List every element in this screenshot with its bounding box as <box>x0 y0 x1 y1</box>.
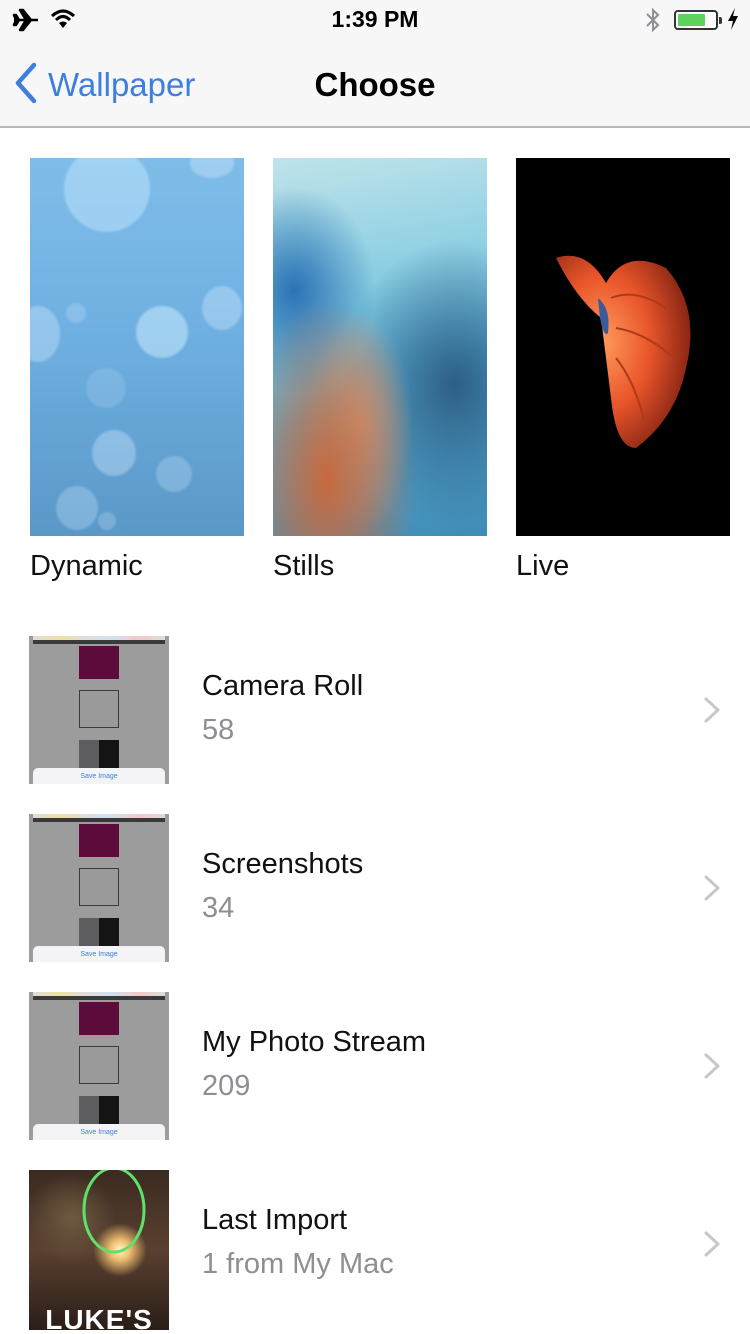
chevron-left-icon <box>14 62 38 109</box>
chevron-right-icon <box>703 874 721 907</box>
wallpaper-category-live[interactable]: Live <box>516 158 730 583</box>
status-bar: 1:39 PM <box>0 0 750 40</box>
album-name: Camera Roll <box>202 670 364 702</box>
wallpaper-category-label: Stills <box>273 550 335 582</box>
bluetooth-icon <box>644 6 662 39</box>
album-row-camera-roll[interactable]: Save Image Camera Roll 58 <box>0 630 750 790</box>
navigation-bar: Wallpaper Choose <box>0 40 750 128</box>
chevron-right-icon <box>703 1052 721 1085</box>
back-button-label: Wallpaper <box>48 66 196 103</box>
album-row-my-photo-stream[interactable]: Save Image My Photo Stream 209 <box>0 986 750 1146</box>
charging-bolt-icon <box>726 7 740 36</box>
status-time: 1:39 PM <box>331 6 419 32</box>
album-row-screenshots[interactable]: Save Image Screenshots 34 <box>0 808 750 968</box>
album-row-last-import[interactable]: LUKE'S Last Import 1 from My Mac <box>0 1164 750 1330</box>
chevron-right-icon <box>703 696 721 729</box>
dynamic-thumbnail <box>30 158 244 536</box>
album-thumbnail: LUKE'S <box>29 1170 169 1330</box>
betta-fish-image <box>556 255 691 448</box>
album-name: My Photo Stream <box>202 1026 427 1058</box>
album-count: 209 <box>202 1070 251 1102</box>
wallpaper-category-label: Live <box>516 550 570 582</box>
battery-icon <box>674 10 722 30</box>
album-name: Screenshots <box>202 848 364 880</box>
thumbnail-caption: LUKE'S <box>45 1304 153 1330</box>
album-count: 58 <box>202 714 235 746</box>
album-count: 1 from My Mac <box>202 1248 394 1280</box>
chevron-right-icon <box>703 1230 721 1263</box>
thumbnail-caption: Save Image <box>33 768 165 784</box>
wallpaper-category-label: Dynamic <box>30 550 143 582</box>
thumbnail-caption: Save Image <box>33 946 165 962</box>
battery-level <box>678 14 705 26</box>
album-thumbnail: Save Image <box>29 636 169 784</box>
wallpaper-category-stills[interactable]: Stills <box>273 158 487 583</box>
back-button[interactable]: Wallpaper <box>14 60 195 110</box>
album-name: Last Import <box>202 1204 348 1236</box>
stills-thumbnail <box>273 158 487 536</box>
album-count: 34 <box>202 892 235 924</box>
live-thumbnail <box>516 158 730 536</box>
album-thumbnail: Save Image <box>29 992 169 1140</box>
album-thumbnail: Save Image <box>29 814 169 962</box>
thumbnail-caption: Save Image <box>33 1124 165 1140</box>
wallpaper-category-dynamic[interactable]: Dynamic <box>30 158 244 583</box>
